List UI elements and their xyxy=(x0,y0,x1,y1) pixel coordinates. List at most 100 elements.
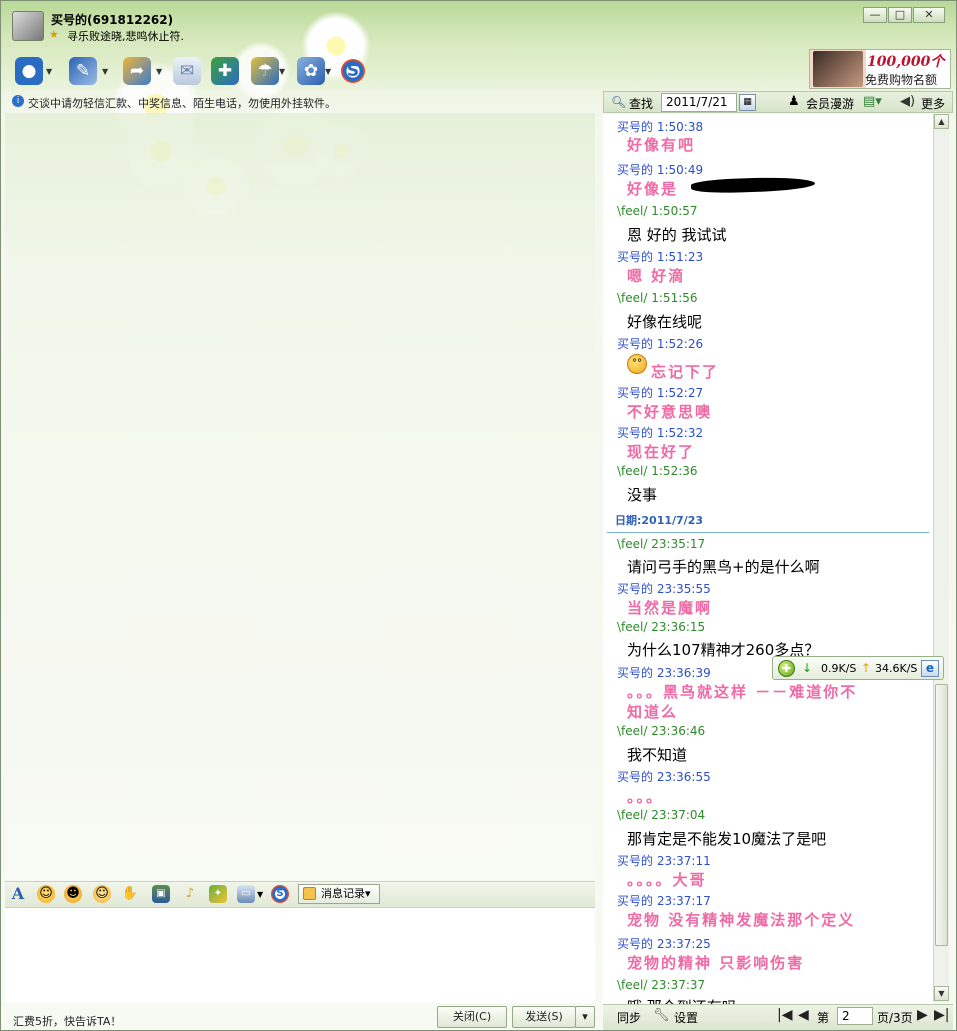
upload-arrow-icon: ↑ xyxy=(861,661,872,675)
gift-icon[interactable]: ✦ xyxy=(209,885,227,903)
star-icon: ★ xyxy=(49,28,59,41)
message-text: 。。。 xyxy=(627,788,664,806)
next-page-icon[interactable]: ▶ xyxy=(917,1007,928,1023)
message-text: 嗯 好滴 xyxy=(627,267,686,285)
message-header: \feel/ 23:36:15 xyxy=(617,620,706,634)
message-header: 买号的 1:52:27 xyxy=(617,386,704,400)
remote-assist-icon[interactable]: ☂ xyxy=(251,57,279,85)
browser-icon[interactable]: e xyxy=(921,660,939,677)
settings-button[interactable]: 设置 xyxy=(674,1009,698,1026)
message-header: 买号的 1:50:38 xyxy=(617,120,704,134)
message-text: 。。。黑鸟就这样 －－难道你不 xyxy=(627,683,858,701)
speaker-icon[interactable]: ◀) xyxy=(900,94,915,109)
message-input[interactable] xyxy=(5,907,595,1003)
redaction-scribble xyxy=(690,175,816,195)
chat-display-area[interactable] xyxy=(5,113,595,881)
info-icon: i xyxy=(12,95,24,107)
first-page-icon[interactable]: |◀ xyxy=(777,1007,792,1023)
chevron-down-icon[interactable]: ▼ xyxy=(102,67,108,76)
minimize-button[interactable]: — xyxy=(863,7,887,23)
avatar[interactable] xyxy=(12,11,44,41)
message-header: 买号的 1:52:26 xyxy=(617,337,704,351)
message-history[interactable]: 买号的 1:50:38 好像有吧 买号的 1:50:49 好像是 \feel/ … xyxy=(603,114,933,1004)
search-icon[interactable]: 🔍︎ xyxy=(611,95,626,109)
blush-emoji-icon: °° xyxy=(627,354,647,374)
message-text: 忘记下了 xyxy=(651,363,720,381)
more-button[interactable]: 更多 xyxy=(921,95,945,112)
send-image-icon[interactable]: ▣ xyxy=(152,885,170,903)
close-button[interactable]: 关闭(C) xyxy=(437,1006,507,1028)
send-file-icon[interactable]: ➦ xyxy=(123,57,151,85)
message-text: 宠物 没有精神发魔法那个定义 xyxy=(627,911,856,929)
more-apps-icon[interactable]: ✿ xyxy=(297,57,325,85)
scroll-down-icon[interactable]: ▼ xyxy=(934,986,949,1001)
screenshot-icon[interactable]: ▭ xyxy=(237,885,255,903)
send-button[interactable]: 发送(S) xyxy=(512,1006,576,1028)
message-header: \feel/ 1:52:36 xyxy=(617,464,698,478)
chevron-down-icon[interactable]: ▼ xyxy=(325,67,331,76)
message-header: \feel/ 23:37:04 xyxy=(617,808,706,822)
chevron-down-icon[interactable]: ▼ xyxy=(46,67,52,76)
music-icon[interactable]: ♪ xyxy=(181,885,199,903)
message-text: 那肯定是不能发10魔法了是吧 xyxy=(627,830,827,848)
accelerator-icon[interactable]: ✚ xyxy=(778,660,795,677)
send-email-icon[interactable]: ✉ xyxy=(173,57,201,85)
sync-button[interactable]: 同步 xyxy=(617,1009,641,1026)
member-roaming-button[interactable]: 会员漫游 xyxy=(806,95,854,112)
chevron-down-icon[interactable]: ▼ xyxy=(279,67,285,76)
message-text: 现在好了 xyxy=(627,443,696,461)
message-header: \feel/ 1:50:57 xyxy=(617,204,698,218)
voice-call-icon[interactable]: ✎ xyxy=(69,57,97,85)
promo-link[interactable]: 汇费5折，快告诉TA！ xyxy=(13,1013,121,1029)
date-field[interactable]: 2011/7/21 xyxy=(661,93,737,112)
sogou-icon[interactable]: S xyxy=(341,59,365,83)
page-total: 页/3页 xyxy=(877,1011,913,1025)
message-header: 买号的 1:50:49 xyxy=(617,163,704,177)
add-app-icon[interactable]: ✚ xyxy=(211,57,239,85)
download-speed: 0.9K/S xyxy=(821,662,857,675)
history-scrollbar[interactable]: ▲ ▼ xyxy=(933,114,949,1002)
message-header: \feel/ 23:35:17 xyxy=(617,537,706,551)
magic-emoticon-icon[interactable]: ☻ xyxy=(64,885,82,903)
message-text: 。。。。大哥 xyxy=(627,871,707,889)
message-text: 请问弓手的黑鸟+的是什么啊 xyxy=(627,558,820,576)
message-record-icon xyxy=(303,887,316,900)
chat-window: 买号的(691812262) ★ 寻乐败途晓,悲鸣休止符. — □ ✕ ● ▼ … xyxy=(0,0,957,1031)
send-options-dropdown[interactable]: ▾ xyxy=(575,1006,595,1028)
sogou-icon[interactable]: S xyxy=(271,885,289,903)
close-window-button[interactable]: ✕ xyxy=(913,7,945,23)
search-button[interactable]: 查找 xyxy=(629,95,653,112)
message-text: 恩 好的 我试试 xyxy=(627,226,727,244)
contact-signature: 寻乐败途晓,悲鸣休止符. xyxy=(67,30,184,43)
last-page-icon[interactable]: ▶| xyxy=(934,1007,949,1023)
page-label: 第 xyxy=(817,1011,830,1025)
message-text: 宠物的精神 只影响伤害 xyxy=(627,954,805,972)
message-header: 买号的 23:37:25 xyxy=(617,937,711,951)
voice-message-icon[interactable]: ✋ xyxy=(121,885,139,903)
shake-icon[interactable]: ☺ xyxy=(93,885,111,903)
message-header: 买号的 23:36:55 xyxy=(617,770,711,784)
message-header: 买号的 23:37:17 xyxy=(617,894,711,908)
message-header: 买号的 23:37:11 xyxy=(617,854,711,868)
calendar-icon[interactable]: ▦ xyxy=(739,94,756,111)
video-call-icon[interactable]: ● xyxy=(15,57,43,85)
page-number-input[interactable]: 2 xyxy=(837,1007,873,1025)
font-icon[interactable]: A xyxy=(9,885,27,903)
upload-speed: 34.6K/S xyxy=(875,662,918,675)
export-icon[interactable]: ▤▾ xyxy=(863,94,882,109)
message-header: 买号的 1:52:32 xyxy=(617,426,704,440)
message-text: 好像是 xyxy=(627,180,679,198)
maximize-button[interactable]: □ xyxy=(888,7,912,23)
message-text: 不好意思噢 xyxy=(627,403,713,421)
scroll-thumb[interactable] xyxy=(935,684,948,946)
message-text: 好像有吧 xyxy=(627,136,696,154)
previous-page-icon[interactable]: ◀ xyxy=(798,1007,809,1023)
chevron-down-icon[interactable]: ▼ xyxy=(257,890,263,899)
penguin-icon: ♟ xyxy=(788,94,800,109)
scroll-up-icon[interactable]: ▲ xyxy=(934,114,949,129)
emoticon-icon[interactable]: ☺ xyxy=(37,885,55,903)
wrench-icon[interactable]: 🔧︎ xyxy=(653,1008,670,1023)
ad-subline: 免费购物名额 xyxy=(865,73,938,87)
chevron-down-icon[interactable]: ▼ xyxy=(156,67,162,76)
network-monitor[interactable]: ✚ ↓ 0.9K/S ↑ 34.6K/S e xyxy=(772,656,944,680)
